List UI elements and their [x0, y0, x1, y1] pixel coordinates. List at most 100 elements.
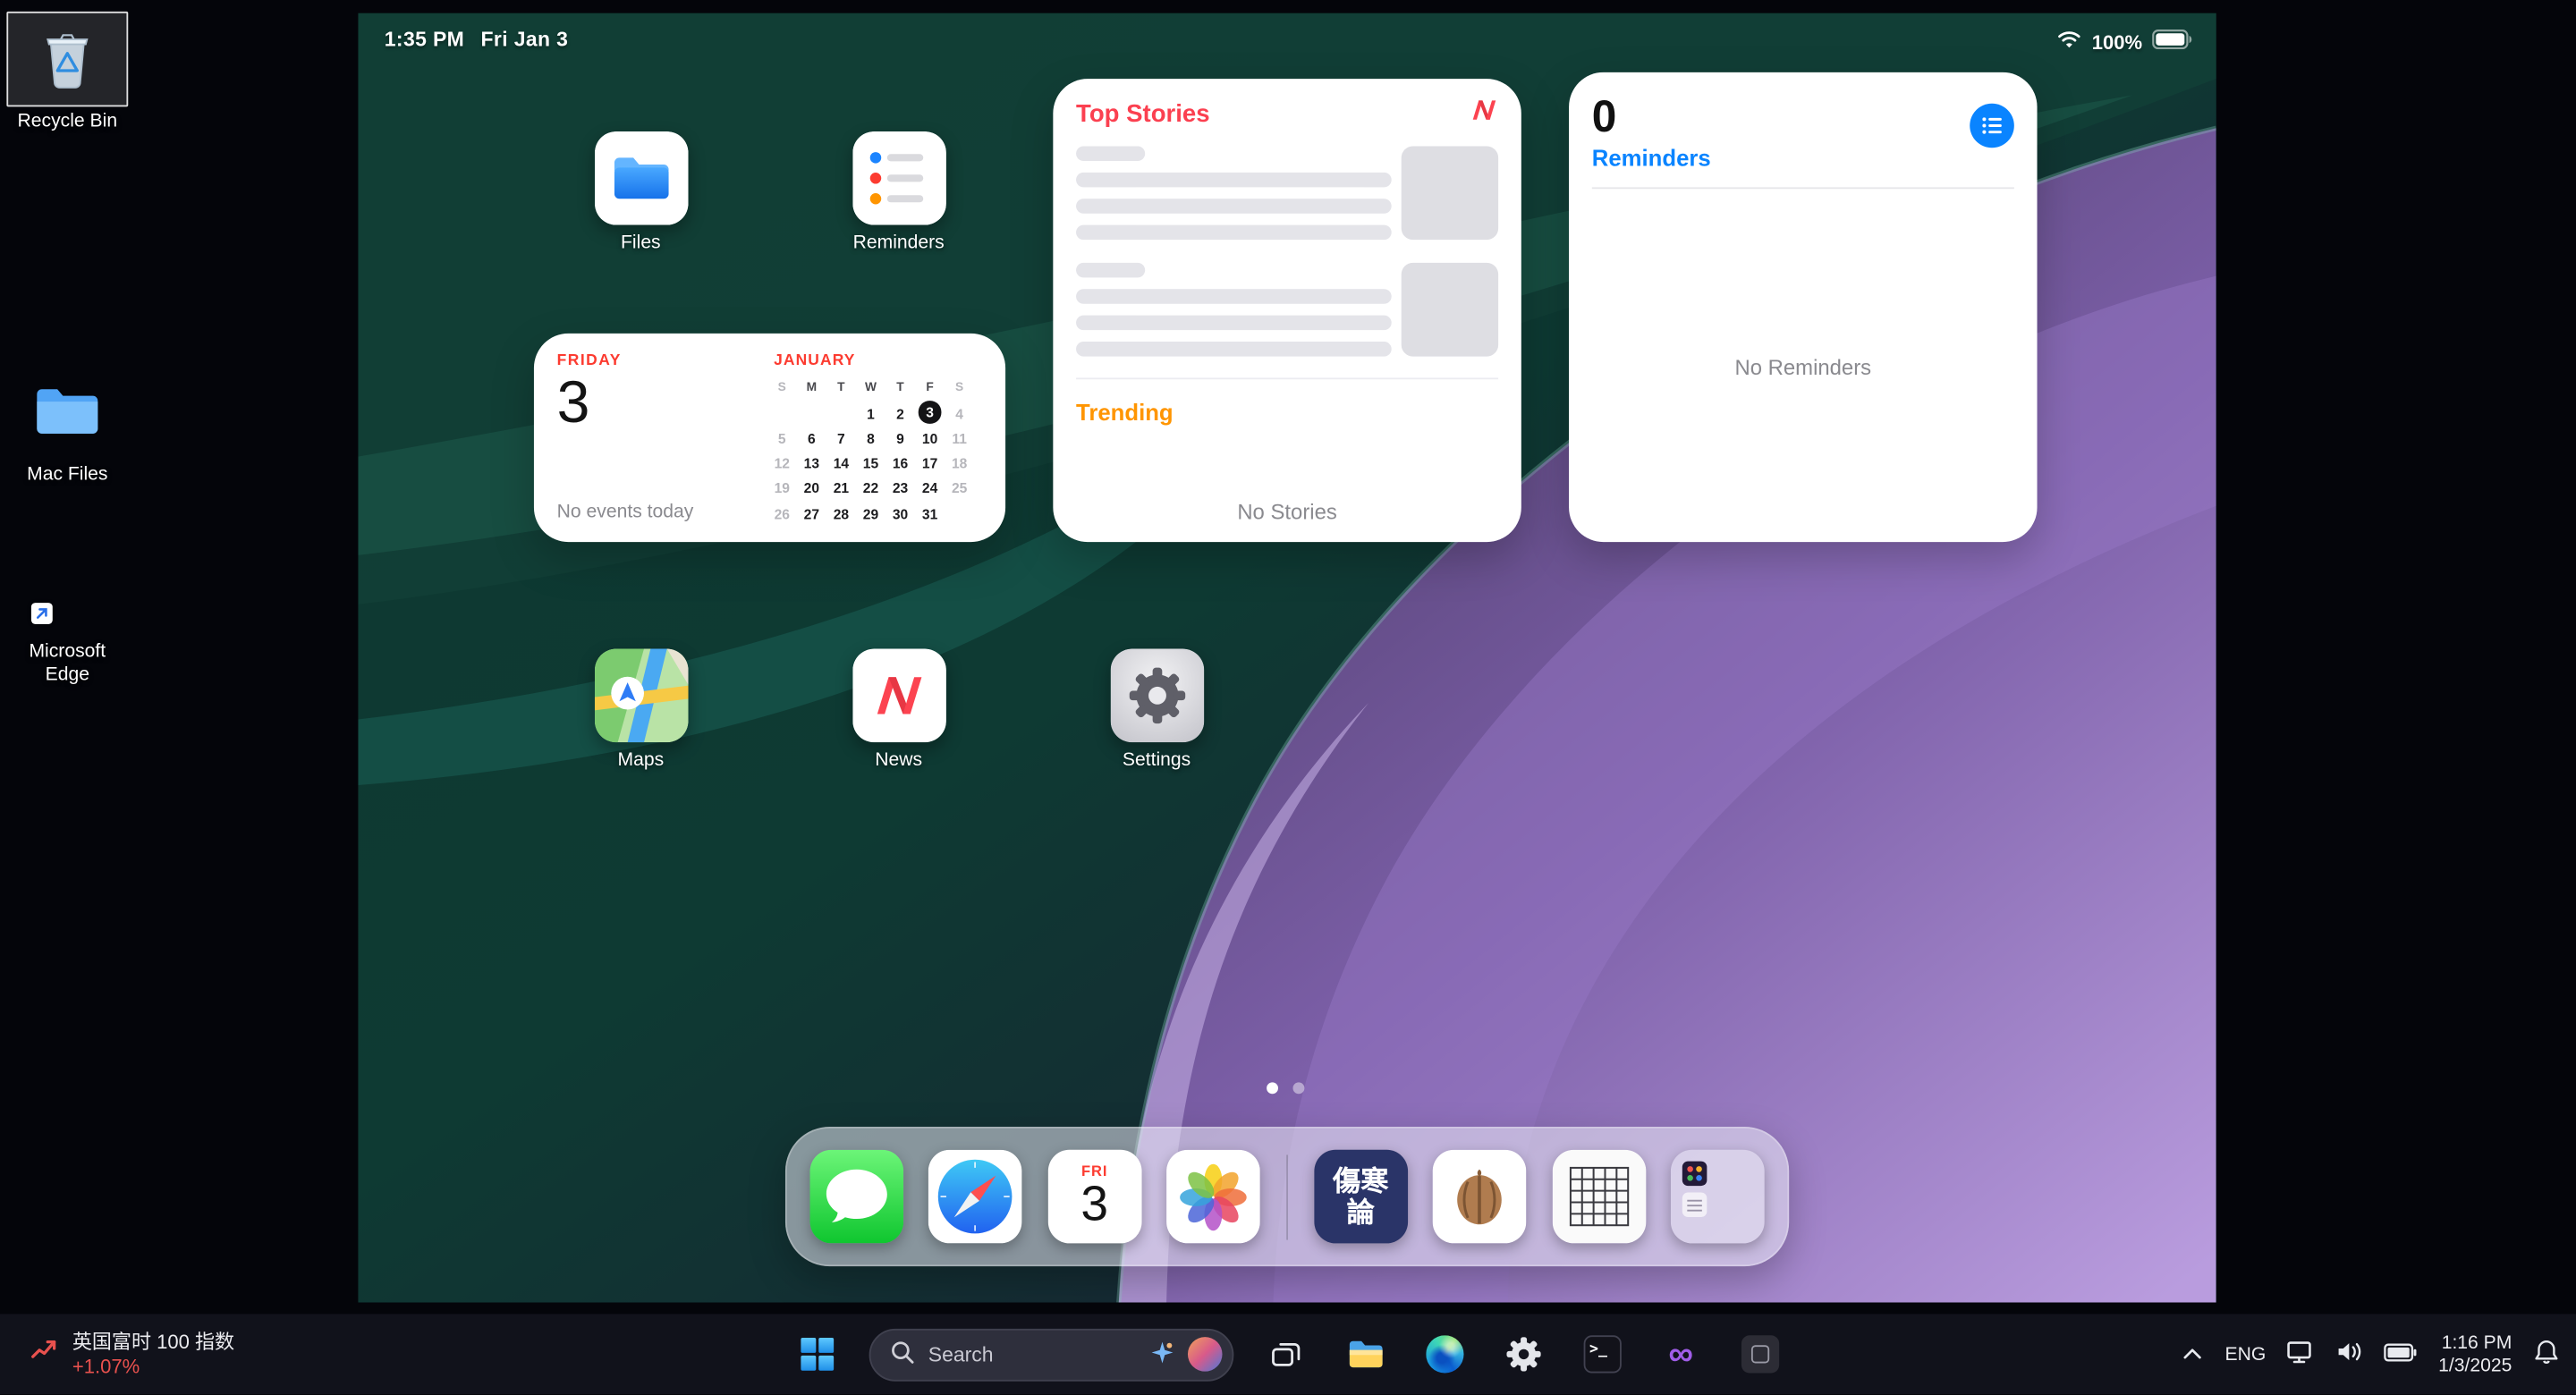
- task-view-button[interactable]: [1250, 1322, 1323, 1387]
- calendar-widget-left: FRIDAY 3 No events today: [557, 351, 767, 528]
- mini-month-day: 30: [893, 497, 908, 527]
- dock-app-walnut[interactable]: [1433, 1150, 1527, 1244]
- mini-month-day: 29: [863, 497, 878, 527]
- desktop-icon-label: Microsoft Edge: [6, 642, 128, 687]
- story-skeleton: [1076, 263, 1498, 357]
- desktop-icon-microsoft-edge[interactable]: Microsoft Edge: [6, 542, 128, 687]
- news-app-icon: [852, 649, 945, 743]
- dock-app-calendar[interactable]: FRI 3: [1047, 1150, 1141, 1244]
- top-stories-widget[interactable]: Top Stories Trending No Stories: [1053, 79, 1521, 542]
- ipad-status-right: 100%: [2057, 30, 2193, 55]
- reminders-widget-title: Reminders: [1592, 145, 2014, 171]
- ipad-screen: 1:35 PM Fri Jan 3 100%: [358, 13, 2216, 1303]
- file-explorer-button[interactable]: [1329, 1322, 1402, 1387]
- language-indicator[interactable]: ENG: [2225, 1345, 2267, 1365]
- shortcut-arrow-icon: [31, 603, 53, 624]
- mini-month-dow: W: [865, 379, 877, 394]
- wifi-icon: [2057, 30, 2082, 54]
- mini-month-day: 3: [919, 401, 941, 423]
- app-label: Files: [561, 233, 720, 253]
- desktop-icon-label: Mac Files: [6, 465, 128, 487]
- dock-app-photos[interactable]: [1167, 1150, 1261, 1244]
- edge-button[interactable]: [1408, 1322, 1480, 1387]
- dock: FRI 3: [785, 1127, 1789, 1266]
- mini-month-dow: S: [955, 379, 963, 394]
- mini-month-dow: M: [807, 379, 817, 394]
- taskbar-center: Search: [780, 1314, 1795, 1395]
- page-indicator[interactable]: [1267, 1082, 1304, 1094]
- mini-month-dow: S: [778, 379, 786, 394]
- settings-button[interactable]: [1487, 1322, 1559, 1387]
- search-highlight-icon: [1150, 1340, 1175, 1369]
- top-stories-title: Top Stories: [1076, 100, 1210, 128]
- no-reminders-text: No Reminders: [1569, 355, 2037, 380]
- no-stories-text: No Stories: [1053, 499, 1521, 524]
- mini-month-day: 27: [804, 497, 819, 527]
- cjk-app-title: 傷寒論: [1328, 1165, 1394, 1228]
- app-settings[interactable]: Settings: [1110, 649, 1204, 743]
- reminders-app-icon: [852, 131, 945, 225]
- mini-month-day: 28: [834, 497, 849, 527]
- battery-tray-icon[interactable]: [2385, 1343, 2418, 1366]
- battery-percent: 100%: [2092, 30, 2142, 54]
- story-thumbnail-placeholder: [1402, 146, 1498, 240]
- story-thumbnail-placeholder: [1402, 263, 1498, 357]
- app-maps[interactable]: Maps: [594, 649, 688, 743]
- mini-month-dow: F: [926, 379, 933, 394]
- taskbar-clock[interactable]: 1:16 PM 1/3/2025: [2438, 1332, 2512, 1377]
- folder-mini-app-icon: [1682, 1192, 1707, 1217]
- search-box[interactable]: Search: [869, 1328, 1234, 1381]
- mini-month-day: 26: [775, 497, 790, 527]
- app-news[interactable]: News: [852, 649, 945, 743]
- app-reminders[interactable]: Reminders: [852, 131, 945, 225]
- taskbar-time: 1:16 PM: [2438, 1332, 2512, 1355]
- files-app-icon: [594, 131, 688, 225]
- calendar-widget[interactable]: FRIDAY 3 No events today JANUARY SMTWTFS…: [534, 334, 1005, 542]
- windows-taskbar: 英国富时 100 指数 +1.07% Search: [0, 1314, 2576, 1395]
- reminders-count: 0: [1592, 94, 2014, 140]
- app-label: News: [819, 750, 979, 770]
- calendar-weekday: FRIDAY: [557, 351, 767, 369]
- recycle-bin-icon: [6, 12, 128, 107]
- desktop-icon-label: Recycle Bin: [6, 112, 128, 134]
- app-label: Reminders: [819, 233, 979, 253]
- hidden-icons-chevron[interactable]: [2182, 1345, 2204, 1365]
- dock-app-messages[interactable]: [809, 1150, 903, 1244]
- network-icon[interactable]: [2287, 1340, 2315, 1369]
- settings-app-icon: [1110, 649, 1204, 743]
- terminal-button[interactable]: >_: [1565, 1322, 1638, 1387]
- visual-studio-button[interactable]: ∞: [1645, 1322, 1717, 1387]
- calendar-widget-right: JANUARY SMTWTFS1234567891011121314151617…: [767, 351, 989, 528]
- stock-name: 英国富时 100 指数: [72, 1330, 234, 1355]
- mini-month-dow: T: [896, 379, 903, 394]
- ipad-status-left: 1:35 PM Fri Jan 3: [385, 28, 568, 51]
- dock-app-folder[interactable]: [1671, 1150, 1765, 1244]
- taskbar-tray: ENG: [2182, 1314, 2560, 1395]
- reminders-list-icon: [1970, 104, 2014, 148]
- reminders-widget[interactable]: 0 Reminders No Reminders: [1569, 72, 2037, 542]
- story-skeleton: [1076, 146, 1498, 240]
- dock-divider: [1286, 1154, 1289, 1239]
- app-label: Maps: [561, 750, 720, 770]
- dock-calendar-day: 3: [1080, 1179, 1108, 1232]
- app-files[interactable]: Files: [594, 131, 688, 225]
- taskbar-widgets-button[interactable]: 英国富时 100 指数 +1.07%: [13, 1314, 251, 1395]
- mini-month-day: 25: [952, 472, 967, 502]
- search-highlight-image: [1188, 1337, 1223, 1372]
- vm-app-button[interactable]: [1724, 1322, 1796, 1387]
- divider: [1592, 187, 2014, 189]
- page-dot: [1293, 1082, 1305, 1094]
- desktop-icon-mac-files[interactable]: Mac Files: [6, 365, 128, 487]
- dock-app-safari[interactable]: [928, 1150, 1022, 1244]
- app-label: Settings: [1077, 750, 1236, 770]
- mini-month: SMTWTFS123456789101112131415161718192021…: [767, 375, 989, 524]
- calendar-day-number: 3: [557, 371, 767, 434]
- search-icon: [891, 1340, 916, 1369]
- volume-icon[interactable]: [2336, 1340, 2362, 1368]
- notifications-bell-icon[interactable]: [2533, 1339, 2559, 1370]
- desktop-icon-recycle-bin[interactable]: Recycle Bin: [6, 12, 128, 134]
- dock-app-shanghanlun[interactable]: 傷寒論: [1314, 1150, 1408, 1244]
- ipad-date: Fri Jan 3: [481, 28, 569, 51]
- start-button[interactable]: [780, 1322, 852, 1387]
- dock-app-grid[interactable]: [1552, 1150, 1646, 1244]
